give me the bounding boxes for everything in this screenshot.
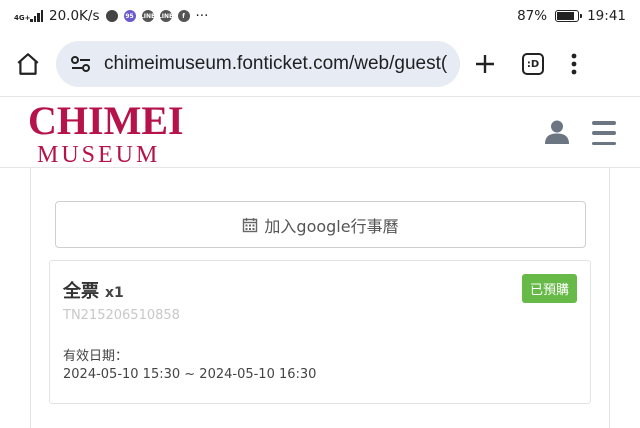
ticket-title: 全票 x1 xyxy=(63,277,124,303)
signal-bars-icon xyxy=(30,10,43,22)
valid-date-label: 有效日期： xyxy=(63,349,129,364)
signal-indicator: 4G+ xyxy=(14,10,43,22)
ticket-card: 全票 x1 已預購 TN215206510858 有效日期： 2024-05-10… xyxy=(49,260,591,404)
calendar-icon xyxy=(243,217,258,232)
user-icon[interactable] xyxy=(544,119,570,145)
menu-icon[interactable] xyxy=(592,121,616,145)
add-google-calendar-label: 加入google行事曆 xyxy=(264,216,399,236)
logo-line-2: MUSEUM xyxy=(37,142,161,168)
status-badge: 已預購 xyxy=(521,274,577,303)
home-button[interactable] xyxy=(0,51,56,77)
ticket-type: 全票 xyxy=(63,281,99,302)
browser-toolbar: chimeimuseum.fonticket.com/web/guest( :D xyxy=(0,32,640,96)
tab-switcher-button[interactable]: :D xyxy=(522,53,544,75)
site-settings-icon[interactable] xyxy=(70,54,92,74)
logo-line-1: CHIMEI xyxy=(28,98,184,143)
chat-app-icon xyxy=(105,10,118,22)
clock: 19:41 xyxy=(587,8,626,24)
new-tab-icon[interactable] xyxy=(474,53,496,75)
notification-app-icon: 95 xyxy=(123,10,136,22)
url-text[interactable]: chimeimuseum.fonticket.com/web/guest( xyxy=(104,53,447,75)
chimei-logo[interactable]: CHIMEI MUSEUM xyxy=(28,98,184,168)
facebook-icon: f xyxy=(177,10,190,22)
valid-date-range: 2024-05-10 15:30 ~ 2024-05-10 16:30 xyxy=(63,367,317,382)
line-app-icon: LINE xyxy=(140,10,155,22)
network-type: 4G+ xyxy=(14,14,31,22)
battery-icon xyxy=(555,10,583,22)
home-icon xyxy=(17,53,39,75)
battery-percent: 87% xyxy=(517,8,548,24)
ticket-code: TN215206510858 xyxy=(63,308,180,323)
address-bar[interactable]: chimeimuseum.fonticket.com/web/guest( xyxy=(56,41,460,87)
more-options-icon[interactable] xyxy=(570,53,578,75)
status-bar: 4G+ 20.0K/s 95 LINE LINE f ··· 87% 19:41 xyxy=(0,0,640,32)
ticket-quantity: x1 xyxy=(105,285,124,301)
more-notifications: ··· xyxy=(195,8,209,24)
network-speed: 20.0K/s xyxy=(49,8,100,24)
line-app-icon-2: LINE xyxy=(158,10,173,22)
add-google-calendar-button[interactable]: 加入google行事曆 xyxy=(55,201,586,248)
site-header: CHIMEI MUSEUM xyxy=(0,96,640,168)
